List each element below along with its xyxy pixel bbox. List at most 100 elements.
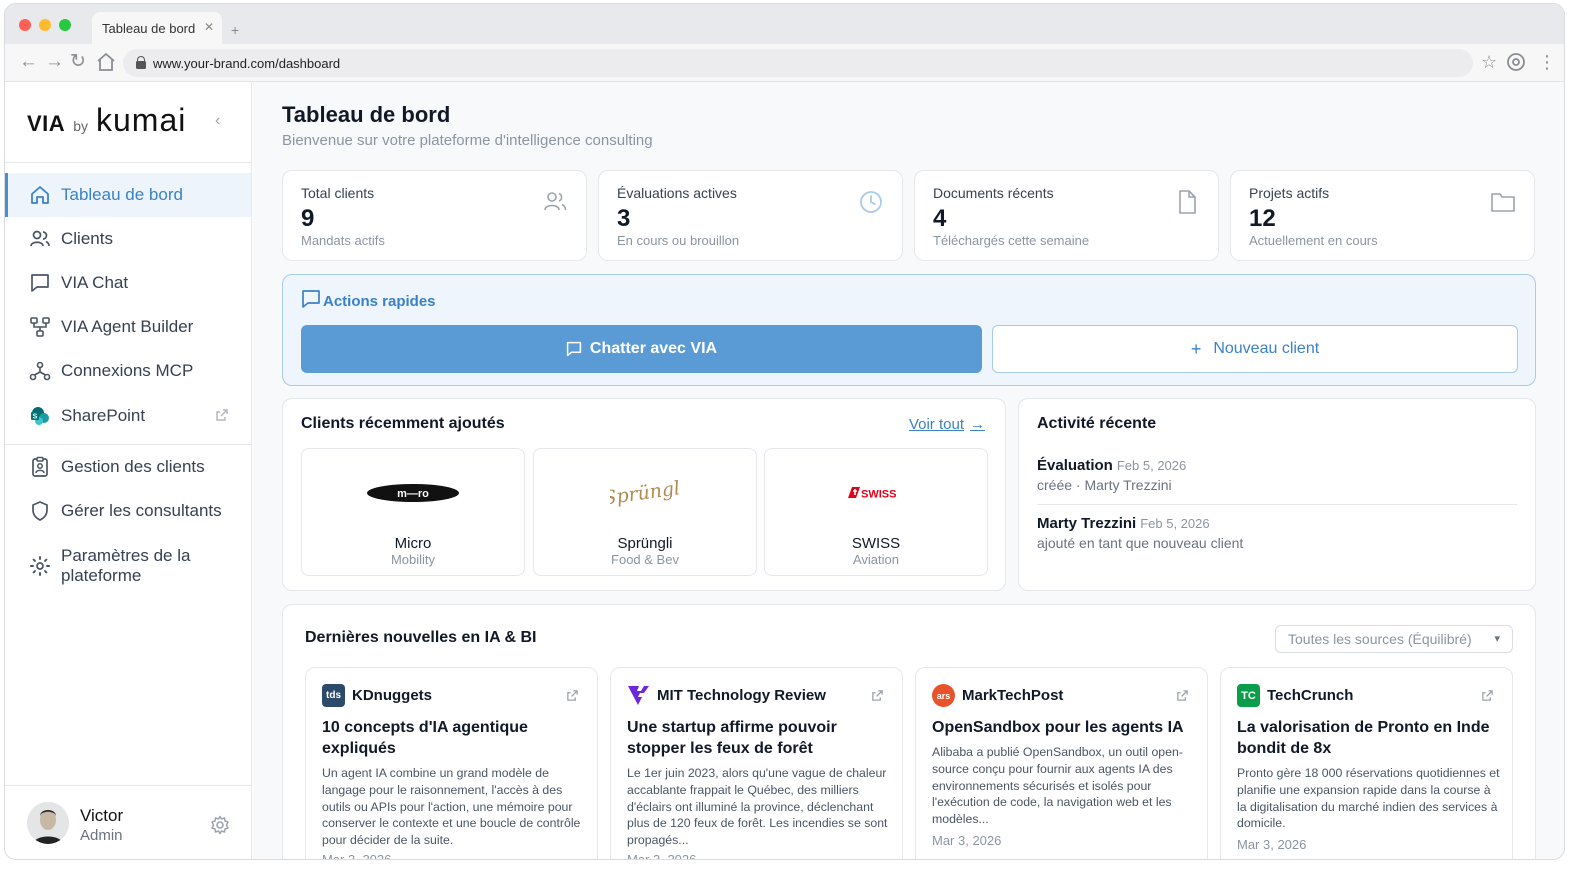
maximize-window-button[interactable] — [59, 19, 71, 31]
document-icon — [1179, 190, 1196, 214]
extension-icon[interactable] — [1506, 52, 1526, 76]
brand-logo[interactable]: VIA by kumai — [27, 102, 186, 146]
tab-strip: Tableau de bord ✕ + — [5, 4, 1564, 44]
news-source-badge: TC — [1241, 689, 1256, 702]
brand-via: VIA — [27, 111, 66, 136]
sidebar-item-via-chat[interactable]: VIA Chat — [5, 261, 251, 305]
news-item[interactable]: ars MarkTechPost OpenSandbox pour les ag… — [915, 667, 1208, 859]
news-source: MIT Technology Review — [657, 687, 826, 704]
client-card-swiss[interactable]: SWISS SWISS Aviation — [764, 448, 988, 576]
close-tab-icon[interactable]: ✕ — [204, 20, 214, 34]
sidebar-item-clients[interactable]: Clients — [5, 217, 251, 261]
sidebar-item-label: SharePoint — [61, 406, 146, 425]
view-all-link[interactable]: Voir tout → — [909, 416, 985, 433]
minimize-window-button[interactable] — [39, 19, 51, 31]
news-source: TechCrunch — [1267, 687, 1354, 704]
sharepoint-icon: S — [31, 407, 49, 425]
sidebar-item-sharepoint[interactable]: S SharePoint — [5, 394, 251, 438]
sidebar-item-label: VIA Agent Builder — [61, 317, 194, 336]
activity-item[interactable]: Marty Trezzini Feb 5, 2026 ajouté en tant… — [1037, 515, 1243, 551]
client-card-micro[interactable]: m—ro Micro Mobility — [301, 448, 525, 576]
url-text: www.your-brand.com/dashboard — [153, 55, 341, 71]
external-link-icon[interactable] — [1481, 689, 1494, 702]
news-item[interactable]: tds KDnuggets 10 concepts d'IA agentique… — [305, 667, 598, 860]
users-icon — [30, 230, 50, 247]
chat-with-via-button[interactable]: Chatter avec VIA — [301, 325, 982, 373]
reload-icon[interactable]: ↻ — [70, 52, 86, 72]
sidebar-item-parametres[interactable]: Paramètres de la plateforme — [5, 541, 251, 591]
back-icon[interactable]: ← — [19, 52, 38, 72]
address-bar[interactable]: www.your-brand.com/dashboard — [123, 49, 1473, 77]
news-date: Mar 3, 2026 — [932, 833, 1002, 848]
swiss-logo: SWISS — [765, 471, 987, 515]
page-subtitle: Bienvenue sur votre plateforme d'intelli… — [282, 132, 653, 149]
user-name: Victor — [80, 806, 124, 825]
stat-label: Documents récents — [933, 185, 1054, 201]
stat-sub: Téléchargés cette semaine — [933, 233, 1090, 248]
chat-icon — [302, 290, 320, 308]
news-body: Le 1er juin 2023, alors qu'une vague de … — [627, 766, 888, 848]
activity-item[interactable]: Évaluation Feb 5, 2026 créée · Marty Trez… — [1037, 457, 1186, 493]
agent-builder-icon — [30, 317, 50, 337]
chat-with-via-label: Chatter avec VIA — [589, 340, 718, 357]
sidebar-item-tableau-de-bord[interactable]: Tableau de bord — [5, 173, 251, 217]
recent-activity-card: Activité récente Évaluation Feb 5, 2026 c… — [1018, 398, 1536, 591]
external-link-icon[interactable] — [871, 689, 884, 702]
activity-who: Évaluation — [1037, 457, 1113, 474]
mit-technology-review-logo-icon: V — [627, 684, 650, 707]
sidebar-item-connexions-mcp[interactable]: Connexions MCP — [5, 349, 251, 393]
external-link-icon[interactable] — [1176, 689, 1189, 702]
news-headline: Une startup affirme pouvoir stopper les … — [627, 719, 837, 757]
new-client-button[interactable]: + Nouveau client — [992, 325, 1518, 373]
news-source-badge: tds — [326, 690, 341, 701]
browser-tab[interactable]: Tableau de bord ✕ — [92, 12, 222, 44]
stat-card-documents[interactable]: Documents récents 4 Téléchargés cette se… — [914, 170, 1219, 261]
client-industry: Aviation — [852, 552, 899, 567]
news-source: KDnuggets — [352, 687, 432, 704]
sidebar-item-via-agent-builder[interactable]: VIA Agent Builder — [5, 305, 251, 349]
stat-value: 12 — [1249, 205, 1276, 232]
sidebar-item-label: Clients — [61, 229, 113, 248]
close-window-button[interactable] — [19, 19, 31, 31]
sprungli-logo-text: Sprüngli — [610, 476, 680, 509]
gear-icon[interactable] — [209, 814, 231, 836]
news-title: Dernières nouvelles en IA & BI — [305, 629, 537, 646]
view-all-label: Voir tout — [908, 416, 964, 433]
home-icon[interactable] — [96, 52, 116, 76]
activity-date: Feb 5, 2026 — [1116, 458, 1187, 473]
client-card-sprungli[interactable]: Sprüngli Sprüngli Food & Bev — [533, 448, 757, 576]
bookmark-star-icon[interactable]: ☆ — [1481, 52, 1497, 72]
news-date: Mar 3, 2026 — [322, 852, 392, 860]
external-link-icon[interactable] — [566, 689, 579, 702]
swiss-logo-text: SWISS — [861, 489, 896, 501]
marktechpost-logo-icon: ars — [932, 684, 955, 707]
sidebar-item-label: Gestion des clients — [61, 457, 205, 476]
arrow-right-icon: → — [970, 416, 985, 433]
news-source-select[interactable]: Toutes les sources (Équilibré) ▾ — [1275, 625, 1513, 653]
browser-toolbar: ← → ↻ www.your-brand.com/dashboard ☆ ⋮ — [5, 44, 1564, 82]
stat-label: Total clients — [301, 185, 375, 201]
sidebar-item-gerer-les-consultants[interactable]: Gérer les consultants — [5, 489, 251, 533]
news-item[interactable]: TC TechCrunch La valorisation de Pronto … — [1220, 667, 1513, 859]
new-tab-icon[interactable]: + — [231, 22, 239, 38]
forward-icon[interactable]: → — [45, 52, 64, 72]
news-date: Mar 3, 2026 — [627, 852, 697, 860]
sidebar-item-gestion-des-clients[interactable]: Gestion des clients — [5, 445, 251, 489]
stat-card-evaluations[interactable]: Évaluations actives 3 En cours ou brouil… — [598, 170, 903, 261]
news-body: Un agent IA combine un grand modèle de l… — [322, 766, 581, 848]
sidebar-item-label: Paramètres de la plateforme — [61, 546, 191, 585]
user-profile[interactable]: Victor Admin — [5, 785, 251, 859]
activity-desc: ajouté en tant que nouveau client — [1037, 535, 1244, 551]
shield-icon — [32, 501, 48, 521]
stat-card-projets[interactable]: Projets actifs 12 Actuellement en cours — [1230, 170, 1535, 261]
collapse-sidebar-icon[interactable]: ‹ — [215, 112, 220, 130]
avatar — [27, 802, 69, 844]
stat-card-total-clients[interactable]: Total clients 9 Mandats actifs — [282, 170, 587, 261]
more-menu-icon[interactable]: ⋮ — [1538, 52, 1556, 72]
stat-label: Évaluations actives — [617, 185, 737, 201]
sidebar-divider — [5, 162, 251, 163]
sidebar-item-label: Gérer les consultants — [61, 501, 222, 520]
settings-icon — [30, 556, 50, 576]
stat-value: 3 — [617, 205, 631, 232]
news-item[interactable]: V MIT Technology Review Une startup affi… — [610, 667, 903, 860]
